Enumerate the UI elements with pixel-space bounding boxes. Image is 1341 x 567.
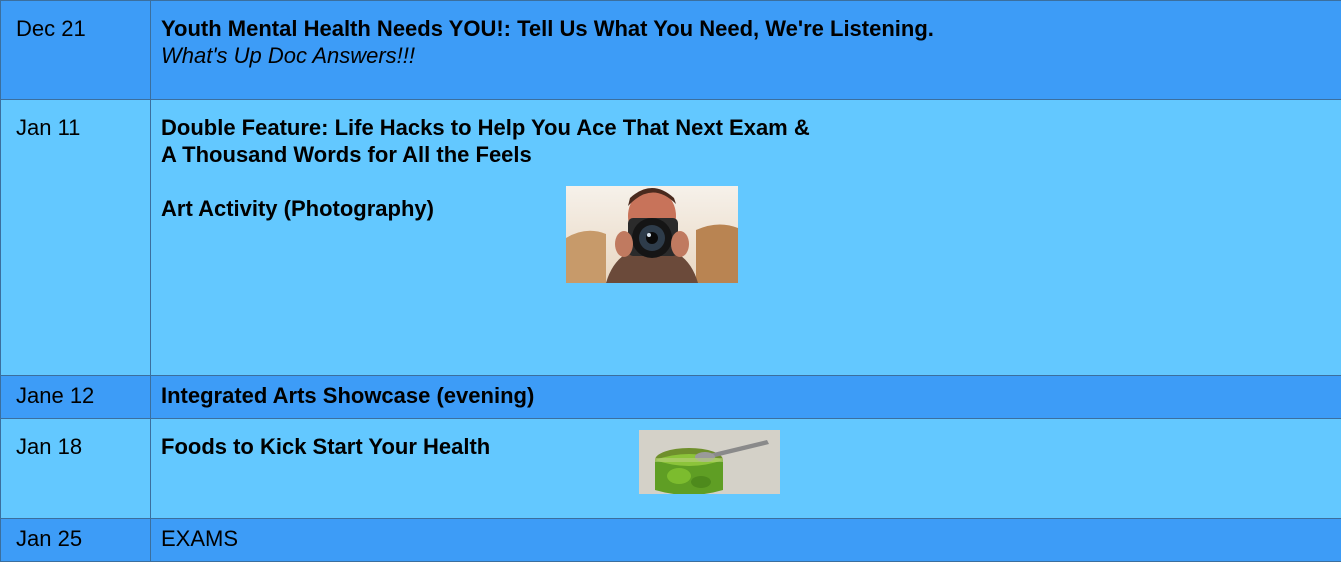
row-date: Jan 25 xyxy=(0,518,151,562)
row-content: Integrated Arts Showcase (evening) xyxy=(150,375,1341,419)
row-date: Jan 18 xyxy=(0,418,151,519)
schedule-row: Jane 12 Integrated Arts Showcase (evenin… xyxy=(0,375,1341,419)
row-content: EXAMS xyxy=(150,518,1341,562)
schedule-table: Dec 21 Youth Mental Health Needs YOU!: T… xyxy=(0,0,1341,562)
row-title: EXAMS xyxy=(161,526,239,551)
schedule-row: Jan 11 Double Feature: Life Hacks to Hel… xyxy=(0,99,1341,376)
row-date: Jane 12 xyxy=(0,375,151,419)
row-date: Dec 21 xyxy=(0,0,151,100)
row-activity: Art Activity (Photography) xyxy=(161,196,434,221)
row-title: Integrated Arts Showcase (evening) xyxy=(161,383,535,408)
row-title: Foods to Kick Start Your Health xyxy=(161,434,491,459)
schedule-row: Jan 18 Foods to Kick Start Your Health xyxy=(0,418,1341,519)
row-title-line1: Double Feature: Life Hacks to Help You A… xyxy=(161,115,810,140)
schedule-row: Dec 21 Youth Mental Health Needs YOU!: T… xyxy=(0,0,1341,100)
photographer-image xyxy=(566,186,738,283)
schedule-row: Jan 25 EXAMS xyxy=(0,518,1341,562)
row-content: Foods to Kick Start Your Health xyxy=(150,418,1341,519)
row-content: Youth Mental Health Needs YOU!: Tell Us … xyxy=(150,0,1341,100)
row-title-line2: A Thousand Words for All the Feels xyxy=(161,142,532,167)
row-date: Jan 11 xyxy=(0,99,151,376)
row-subtitle: What's Up Doc Answers!!! xyxy=(161,43,416,68)
row-title: Youth Mental Health Needs YOU!: Tell Us … xyxy=(161,16,934,41)
pesto-jar-image xyxy=(639,430,780,494)
row-content: Double Feature: Life Hacks to Help You A… xyxy=(150,99,1341,376)
